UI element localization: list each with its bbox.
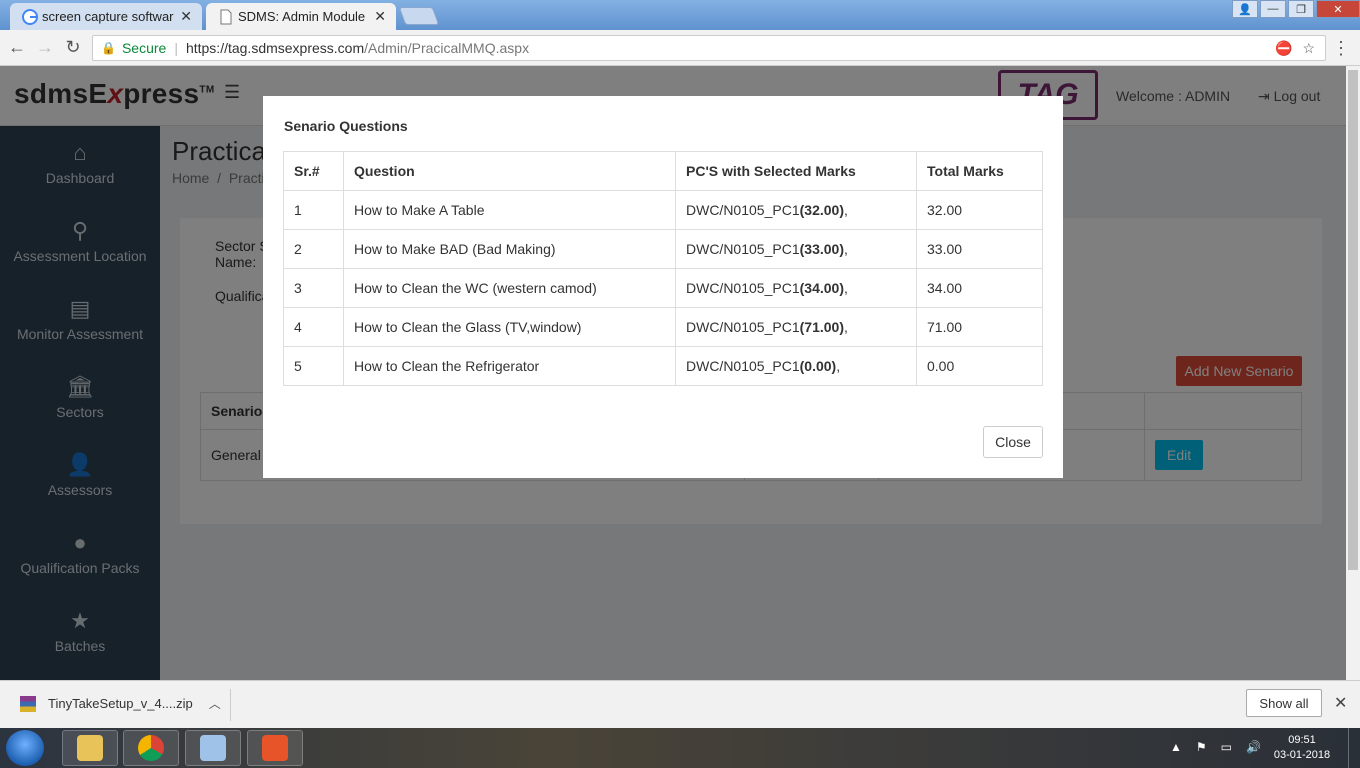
cell-total: 33.00 bbox=[916, 229, 1043, 269]
window-close-button[interactable]: ✕ bbox=[1316, 0, 1360, 18]
table-row: 5 How to Clean the Refrigerator DWC/N010… bbox=[283, 346, 1043, 386]
cell-total: 34.00 bbox=[916, 268, 1043, 308]
google-icon bbox=[22, 9, 38, 25]
column-header-question: Question bbox=[343, 151, 676, 191]
cell-sr: 3 bbox=[283, 268, 344, 308]
cell-pcs: DWC/N0105_PC1(0.00), bbox=[675, 346, 917, 386]
page-icon bbox=[220, 9, 232, 25]
senario-questions-modal: Senario Questions Sr.# Question PC'S wit… bbox=[263, 96, 1063, 478]
url-text: https://tag.sdmsexpress.com/Admin/Pracic… bbox=[185, 40, 530, 56]
forward-icon[interactable]: → bbox=[34, 37, 56, 58]
table-row: 1 How to Make A Table DWC/N0105_PC1(32.0… bbox=[283, 190, 1043, 230]
user-icon[interactable]: 👤 bbox=[1232, 0, 1258, 18]
volume-icon[interactable]: 🔊 bbox=[1246, 740, 1261, 754]
tray-arrow-icon[interactable]: ▲ bbox=[1170, 740, 1182, 754]
taskbar-app-capture[interactable] bbox=[247, 730, 303, 766]
cell-total: 71.00 bbox=[916, 307, 1043, 347]
windows-taskbar: ▲ ⚑ ▭ 🔊 09:51 03-01-2018 bbox=[0, 728, 1360, 768]
table-row: 4 How to Clean the Glass (TV,window) DWC… bbox=[283, 307, 1043, 347]
modal-title: Senario Questions bbox=[284, 118, 408, 134]
close-icon[interactable]: ✕ bbox=[180, 8, 192, 25]
cube-icon bbox=[200, 735, 226, 761]
chrome-icon bbox=[138, 735, 164, 761]
omnibox-icons: ⛔ ☆ bbox=[1275, 40, 1315, 57]
cell-total: 0.00 bbox=[916, 346, 1043, 386]
tab-label: SDMS: Admin Module bbox=[238, 9, 366, 24]
table-row: 3 How to Clean the WC (western camod) DW… bbox=[283, 268, 1043, 308]
table-header-row: Sr.# Question PC'S with Selected Marks T… bbox=[283, 151, 1043, 191]
camera-icon bbox=[262, 735, 288, 761]
back-icon[interactable]: ← bbox=[6, 37, 28, 58]
browser-tabstrip: screen capture software ✕ SDMS: Admin Mo… bbox=[0, 0, 1360, 30]
cell-question: How to Make BAD (Bad Making) bbox=[343, 229, 676, 269]
network-icon[interactable]: ▭ bbox=[1221, 740, 1232, 754]
start-button[interactable] bbox=[6, 730, 44, 766]
close-icon[interactable]: ✕ bbox=[374, 8, 386, 25]
window-controls: 👤 — ❐ ✕ bbox=[1230, 0, 1360, 18]
column-header-pcs: PC'S with Selected Marks bbox=[675, 151, 917, 191]
scrollbar-thumb[interactable] bbox=[1348, 70, 1358, 570]
page-scrollbar[interactable] bbox=[1346, 66, 1360, 680]
cell-sr: 5 bbox=[283, 346, 344, 386]
cell-total: 32.00 bbox=[916, 190, 1043, 230]
download-bar: TinyTakeSetup_v_4....zip ︿ Show all ✕ bbox=[0, 680, 1360, 728]
maximize-button[interactable]: ❐ bbox=[1288, 0, 1314, 18]
column-header-sr: Sr.# bbox=[283, 151, 344, 191]
close-icon[interactable]: ✕ bbox=[1334, 693, 1347, 713]
taskbar-chrome[interactable] bbox=[123, 730, 179, 766]
new-tab-button[interactable] bbox=[398, 7, 440, 25]
cell-pcs: DWC/N0105_PC1(32.00), bbox=[675, 190, 917, 230]
cell-question: How to Clean the Glass (TV,window) bbox=[343, 307, 676, 347]
cell-question: How to Make A Table bbox=[343, 190, 676, 230]
questions-table: Sr.# Question PC'S with Selected Marks T… bbox=[283, 151, 1043, 386]
flag-icon[interactable]: ⚑ bbox=[1196, 740, 1207, 754]
tab-sdms-admin[interactable]: SDMS: Admin Module ✕ bbox=[206, 3, 396, 30]
minimize-button[interactable]: — bbox=[1260, 0, 1286, 18]
download-item[interactable]: TinyTakeSetup_v_4....zip ︿ bbox=[20, 695, 221, 712]
address-bar[interactable]: 🔒 Secure | https://tag.sdmsexpress.com/A… bbox=[92, 35, 1326, 61]
close-button[interactable]: Close bbox=[983, 426, 1043, 458]
reload-icon[interactable]: ↻ bbox=[62, 37, 84, 58]
table-row: 2 How to Make BAD (Bad Making) DWC/N0105… bbox=[283, 229, 1043, 269]
archive-icon bbox=[20, 695, 36, 712]
cell-question: How to Clean the WC (western camod) bbox=[343, 268, 676, 308]
cell-question: How to Clean the Refrigerator bbox=[343, 346, 676, 386]
cell-pcs: DWC/N0105_PC1(34.00), bbox=[675, 268, 917, 308]
cell-pcs: DWC/N0105_PC1(33.00), bbox=[675, 229, 917, 269]
taskbar-explorer[interactable] bbox=[62, 730, 118, 766]
browser-toolbar: ← → ↻ 🔒 Secure | https://tag.sdmsexpress… bbox=[0, 30, 1360, 66]
clock[interactable]: 09:51 03-01-2018 bbox=[1270, 733, 1334, 763]
divider bbox=[230, 689, 231, 721]
folder-icon bbox=[77, 735, 103, 761]
show-all-button[interactable]: Show all bbox=[1246, 689, 1322, 717]
web-page: sdmsExpressTM ☰ TAG Welcome : ADMIN ⇥ Lo… bbox=[0, 66, 1346, 680]
tab-screen-capture[interactable]: screen capture software ✕ bbox=[10, 3, 202, 30]
cell-sr: 1 bbox=[283, 190, 344, 230]
tab-label: screen capture software bbox=[42, 9, 175, 24]
download-filename: TinyTakeSetup_v_4....zip bbox=[48, 696, 193, 711]
taskbar-app-cube[interactable] bbox=[185, 730, 241, 766]
cell-sr: 2 bbox=[283, 229, 344, 269]
menu-dots-icon[interactable]: ⋮ bbox=[1332, 38, 1350, 59]
cell-sr: 4 bbox=[283, 307, 344, 347]
blocked-popup-icon[interactable]: ⛔ bbox=[1275, 40, 1292, 57]
lock-icon: 🔒 bbox=[101, 41, 116, 55]
show-desktop-button[interactable] bbox=[1348, 728, 1360, 768]
chevron-up-icon[interactable]: ︿ bbox=[209, 695, 221, 712]
column-header-total: Total Marks bbox=[916, 151, 1043, 191]
cell-pcs: DWC/N0105_PC1(71.00), bbox=[675, 307, 917, 347]
bookmark-star-icon[interactable]: ☆ bbox=[1302, 40, 1315, 57]
system-tray: ▲ ⚑ ▭ 🔊 bbox=[1170, 740, 1261, 754]
url-separator: | bbox=[174, 40, 178, 56]
secure-label: Secure bbox=[121, 40, 167, 56]
